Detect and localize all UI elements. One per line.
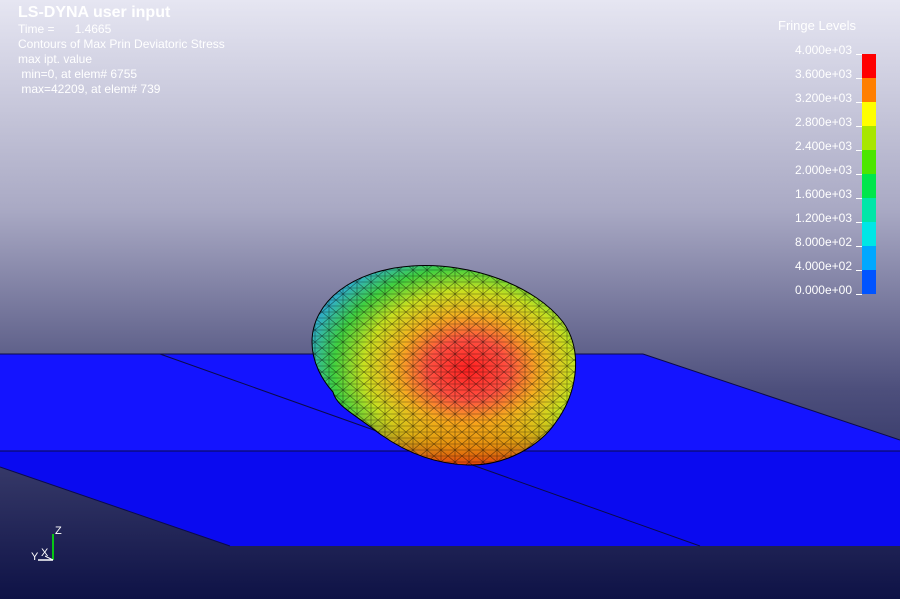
fringe-segment	[862, 198, 876, 222]
legend-level-label: 2.400e+03	[794, 139, 852, 153]
fringe-segment	[862, 246, 876, 270]
legend-level-label: 0.000e+00	[794, 283, 852, 297]
fringe-legend-title: Fringe Levels	[778, 18, 857, 33]
fringe-segment	[862, 174, 876, 198]
time-readout: Time = 1.4665	[18, 22, 225, 37]
legend-tick	[856, 270, 862, 271]
value-type: max ipt. value	[18, 52, 93, 66]
legend-tick	[856, 54, 862, 55]
legend-level-label: 4.000e+02	[794, 259, 852, 273]
axis-z-label: Z	[55, 525, 62, 537]
min-value: min=0, at elem# 6755	[18, 67, 138, 81]
time-value: 1.4665	[74, 22, 112, 36]
fringe-segment	[862, 222, 876, 246]
max-value: max=42209, at elem# 739	[18, 82, 161, 96]
legend-tick	[856, 174, 862, 175]
fringe-segment	[862, 126, 876, 150]
legend-tick	[856, 222, 862, 223]
legend-level-label: 1.600e+03	[794, 187, 852, 201]
legend-level-label: 1.200e+03	[794, 211, 852, 225]
time-label: Time =	[18, 22, 55, 36]
legend-level-label: 3.200e+03	[794, 91, 852, 105]
axis-y-label: Y	[31, 551, 39, 563]
axis-triad: Z X Y	[28, 520, 78, 570]
contour-label: Contours of Max Prin Deviatoric Stress	[18, 37, 225, 51]
legend-level-label: 2.000e+03	[794, 163, 852, 177]
fringe-segment	[862, 78, 876, 102]
fringe-color-bar	[862, 54, 876, 294]
fringe-segment	[862, 54, 876, 78]
fringe-segment	[862, 270, 876, 294]
legend-tick	[856, 126, 862, 127]
legend-tick	[856, 150, 862, 151]
fringe-segment	[862, 150, 876, 174]
graphics-viewport[interactable]: LS-DYNA user input Time = 1.4665 Contour…	[0, 0, 900, 599]
legend-tick	[856, 78, 862, 79]
legend-level-label: 8.000e+02	[794, 235, 852, 249]
axis-x-label: X	[41, 547, 49, 559]
legend-tick	[856, 294, 862, 295]
legend-level-label: 3.600e+03	[794, 67, 852, 81]
legend-tick	[856, 246, 862, 247]
fringe-segment	[862, 102, 876, 126]
model-title: LS-DYNA user input	[18, 4, 171, 21]
legend-level-label: 2.800e+03	[794, 115, 852, 129]
legend-tick	[856, 198, 862, 199]
legend-level-label: 4.000e+03	[794, 43, 852, 57]
model-info: LS-DYNA user input Time = 1.4665 Contour…	[18, 4, 225, 97]
legend-tick	[856, 102, 862, 103]
